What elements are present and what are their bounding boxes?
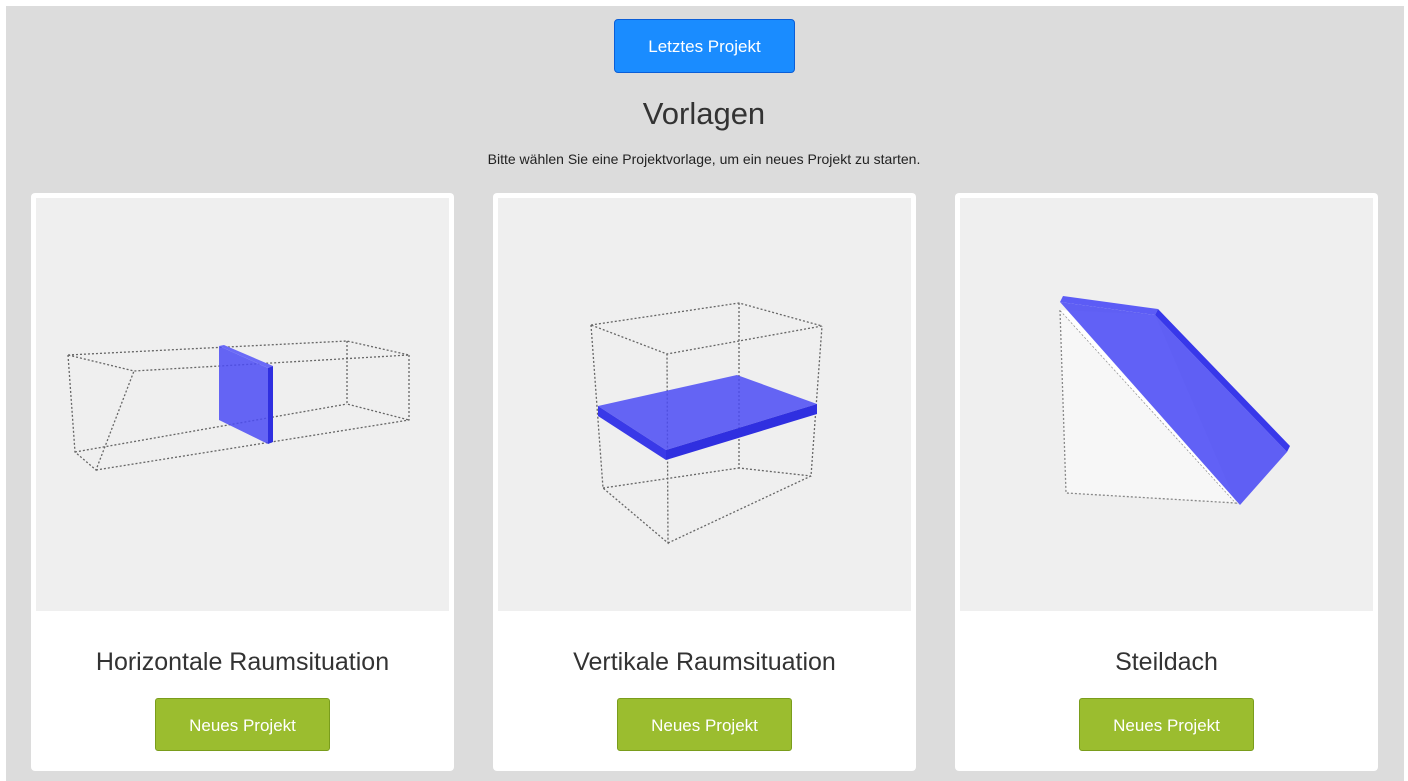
steep-roof-preview [960,198,1373,611]
template-card-steep-roof: Steildach Neues Projekt [955,193,1378,771]
template-title: Steildach [1115,648,1218,676]
template-title: Vertikale Raumsituation [573,648,836,676]
last-project-button[interactable]: Letztes Projekt [614,19,795,73]
new-project-button-steep-roof[interactable]: Neues Projekt [1079,698,1254,751]
horizontal-room-icon [67,340,410,472]
page: Letztes Projekt Vorlagen Bitte wählen Si… [0,0,1408,781]
template-title: Horizontale Raumsituation [95,648,390,676]
template-card-horizontal: Horizontale Raumsituation Neues Projekt [31,193,454,771]
horizontal-room-preview [36,198,449,611]
template-card-vertical: Vertikale Raumsituation Neues Projekt [493,193,916,771]
new-project-button-horizontal[interactable]: Neues Projekt [155,698,330,751]
vertical-room-icon [590,302,823,545]
new-project-button-vertical[interactable]: Neues Projekt [617,698,792,751]
steep-roof-icon [1059,296,1290,505]
page-subtitle: Bitte wählen Sie eine Projektvorlage, um… [487,151,921,167]
vertical-room-preview [498,198,911,611]
page-title: Vorlagen [642,96,766,131]
